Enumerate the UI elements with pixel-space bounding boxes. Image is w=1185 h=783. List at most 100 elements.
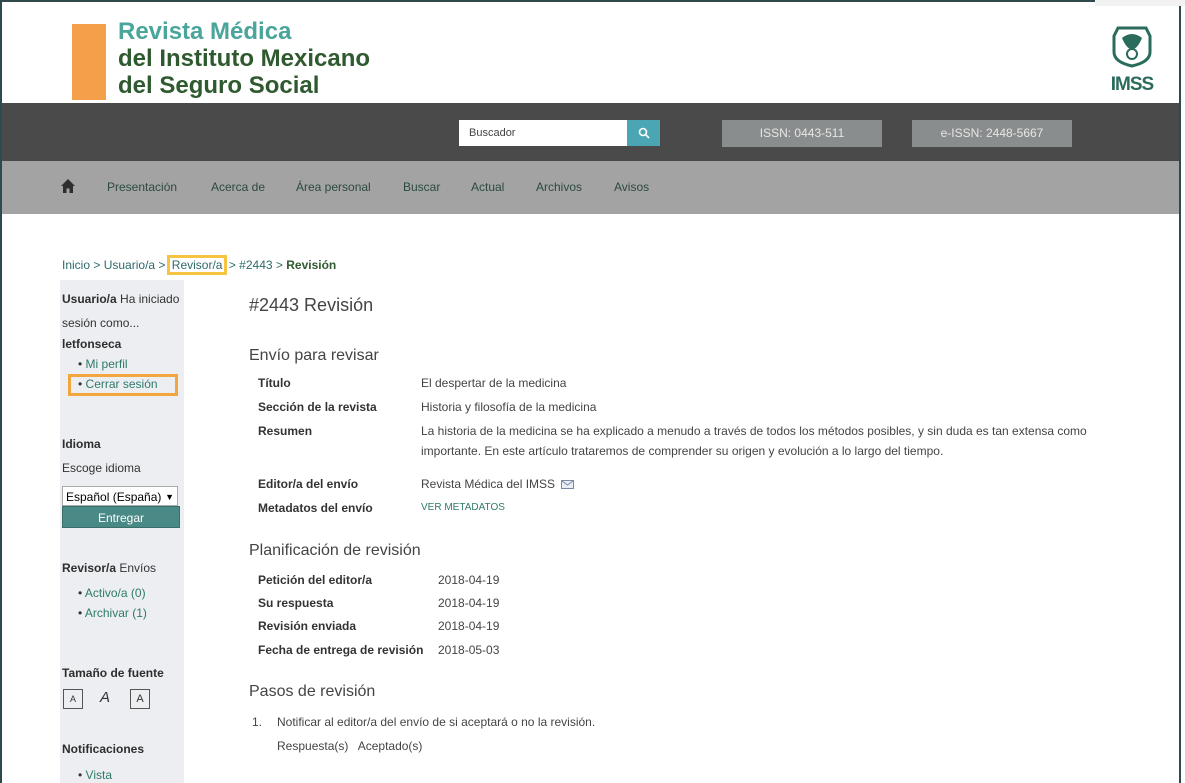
imss-logo[interactable]: IMSS — [1101, 20, 1163, 98]
step1-response-value: Aceptado(s) — [357, 739, 423, 753]
sidebar-cerrar-sesion[interactable]: • Cerrar sesión — [78, 377, 158, 391]
activo-link[interactable]: Activo/a (0) — [85, 586, 146, 600]
sidebar-envios-label: Envíos — [119, 561, 157, 575]
bullet: • — [78, 586, 83, 600]
page-title: #2443 Revisión — [249, 295, 374, 315]
sidebar-font-size-title: Tamaño de fuente — [62, 666, 164, 680]
sidebar-username: letfonseca — [62, 337, 122, 351]
peticion-label: Petición del editor/a — [258, 573, 373, 587]
journal-title-line1[interactable]: Revista Médica — [118, 18, 370, 45]
breadcrumb-submission[interactable]: #2443 — [239, 258, 272, 272]
envio-heading: Envío para revisar — [249, 347, 379, 364]
breadcrumb-separator: > — [228, 258, 236, 272]
sidebar-escoge-idioma: Escoge idioma — [62, 461, 141, 475]
sidebar-user-label: Usuario/a — [62, 292, 117, 306]
chevron-down-icon: ▼ — [165, 492, 174, 502]
search-button[interactable] — [627, 120, 660, 146]
journal-title[interactable]: Revista Médica del Instituto Mexicano de… — [118, 18, 370, 99]
archivar-link[interactable]: Archivar (1) — [85, 606, 147, 620]
nav-archivos[interactable]: Archivos — [536, 180, 582, 194]
search-icon — [638, 127, 650, 139]
nav-acerca-de[interactable]: Acerca de — [211, 180, 265, 194]
header-orange-block — [72, 24, 106, 100]
mi-perfil-link[interactable]: Mi perfil — [86, 357, 128, 371]
titulo-label: Título — [258, 376, 291, 390]
journal-title-line3[interactable]: del Seguro Social — [118, 72, 370, 99]
enviada-value: 2018-04-19 — [438, 619, 500, 633]
email-icon[interactable] — [561, 480, 575, 490]
nav-actual[interactable]: Actual — [471, 180, 504, 194]
language-select[interactable]: Español (España) ▼ — [62, 486, 178, 506]
top-bar: Buscador ISSN: 0443-511 e-ISSN: 2448-566… — [2, 103, 1179, 161]
nav-avisos[interactable]: Avisos — [614, 180, 649, 194]
sidebar-vista[interactable]: • Vista — [78, 768, 112, 782]
entrega-value: 2018-05-03 — [438, 643, 500, 657]
step1-text: Notificar al editor/a del envío de si ac… — [277, 715, 596, 729]
nav-area-personal[interactable]: Área personal — [296, 180, 371, 194]
peticion-value: 2018-04-19 — [438, 573, 500, 587]
step1-response: Respuesta(s) Aceptado(s) — [277, 739, 422, 753]
breadcrumb-current: Revisión — [286, 258, 337, 272]
breadcrumb-separator: > — [275, 258, 283, 272]
breadcrumb-separator: > — [158, 258, 166, 272]
breadcrumb-revisor[interactable]: Revisor/a — [166, 255, 228, 275]
sidebar-logged-in-text-2: sesión como... — [62, 316, 140, 330]
sidebar-activo[interactable]: • Activo/a (0) — [78, 586, 146, 600]
imss-logo-text: IMSS — [1110, 74, 1154, 95]
bullet: • — [78, 768, 83, 782]
sidebar-revisor-block: Revisor/a Envíos — [62, 561, 156, 575]
seccion-label: Sección de la revista — [258, 400, 377, 414]
sidebar-mi-perfil[interactable]: • Mi perfil — [78, 357, 128, 371]
search-input[interactable]: Buscador — [459, 120, 627, 146]
issn-badge: ISSN: 0443-511 — [722, 120, 882, 147]
nav-buscar[interactable]: Buscar — [403, 180, 440, 194]
sidebar: Usuario/a Ha iniciado sesión como... let… — [60, 280, 184, 783]
bullet: • — [78, 377, 83, 391]
seccion-value: Historia y filosofía de la medicina — [421, 400, 597, 414]
respuesta-value: 2018-04-19 — [438, 596, 500, 610]
editor-value: Revista Médica del IMSS — [421, 477, 575, 491]
sidebar-notificaciones-title: Notificaciones — [62, 742, 145, 756]
eissn-badge: e-ISSN: 2448-5667 — [912, 120, 1072, 147]
home-icon[interactable] — [60, 178, 76, 194]
pasos-heading: Pasos de revisión — [249, 683, 376, 700]
sidebar-revisor-title: Revisor/a — [62, 561, 117, 575]
resumen-line1: La historia de la medicina se ha explica… — [421, 424, 1087, 438]
corner-decoration — [1095, 0, 1185, 6]
respuesta-label: Su respuesta — [258, 596, 334, 610]
font-size-large-icon[interactable]: A — [130, 689, 150, 709]
imss-eagle-icon — [1112, 26, 1152, 68]
nav-presentacion[interactable]: Presentación — [107, 180, 177, 194]
breadcrumb-separator: > — [93, 258, 101, 272]
resumen-label: Resumen — [258, 424, 313, 438]
font-size-medium-icon[interactable]: A — [96, 689, 114, 707]
entrega-label: Fecha de entrega de revisión — [258, 643, 424, 657]
enviada-label: Revisión enviada — [258, 619, 357, 633]
step1-response-label: Respuesta(s) — [277, 739, 349, 753]
main-nav: Presentación Acerca de Área personal Bus… — [2, 161, 1179, 214]
titulo-value: El despertar de la medicina — [421, 376, 567, 390]
planificacion-heading: Planificación de revisión — [249, 542, 421, 559]
editor-label: Editor/a del envío — [258, 477, 359, 491]
sidebar-logged-in-text: Ha iniciado — [120, 292, 180, 306]
breadcrumb-inicio[interactable]: Inicio — [62, 258, 90, 272]
sidebar-archivar[interactable]: • Archivar (1) — [78, 606, 147, 620]
sidebar-user-block: Usuario/a Ha iniciado — [62, 292, 179, 306]
resumen-line2: importante. En este artículo trataremos … — [421, 444, 944, 458]
metadatos-label: Metadatos del envío — [258, 501, 373, 515]
ver-metadatos-link[interactable]: VER METADATOS — [421, 502, 505, 513]
entregar-button[interactable]: Entregar — [62, 506, 180, 528]
site-header: Revista Médica del Instituto Mexicano de… — [2, 2, 1179, 103]
bullet: • — [78, 357, 83, 371]
editor-name: Revista Médica del IMSS — [421, 477, 556, 491]
vista-link[interactable]: Vista — [86, 768, 112, 782]
font-size-small-icon[interactable]: A — [63, 689, 83, 709]
step1-number: 1. — [252, 715, 263, 729]
bullet: • — [78, 606, 83, 620]
breadcrumb: Inicio > Usuario/a > Revisor/a > #2443 >… — [62, 255, 337, 275]
breadcrumb-usuario[interactable]: Usuario/a — [104, 258, 155, 272]
journal-title-line2[interactable]: del Instituto Mexicano — [118, 45, 370, 72]
page-frame: Revista Médica del Instituto Mexicano de… — [0, 0, 1181, 783]
language-select-value: Español (España) — [66, 490, 162, 504]
cerrar-sesion-link[interactable]: Cerrar sesión — [86, 377, 158, 391]
